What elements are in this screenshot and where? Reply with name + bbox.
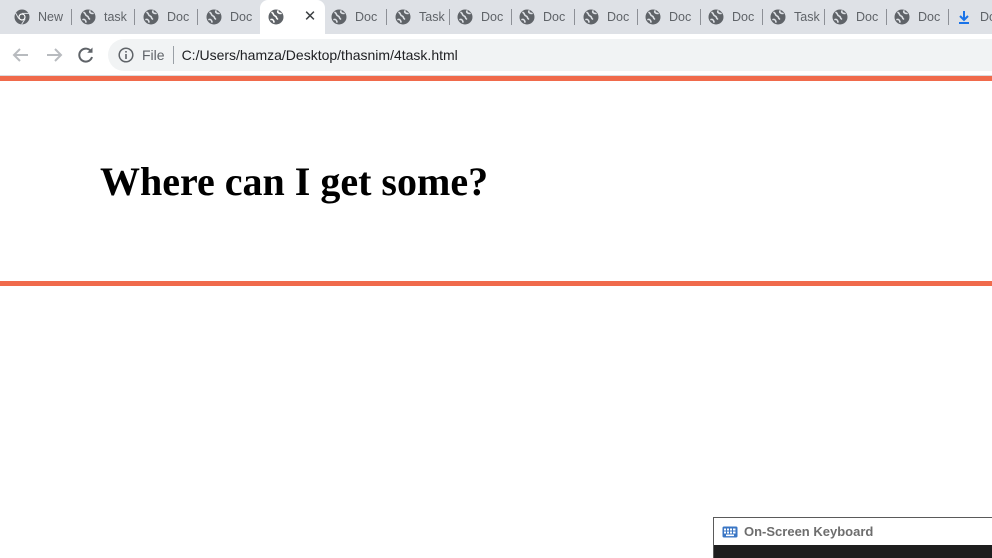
globe-icon: [770, 9, 786, 25]
globe-icon: [645, 9, 661, 25]
tab-title: Doc: [167, 10, 190, 24]
browser-tab[interactable]: Doc: [450, 0, 512, 34]
browser-tab[interactable]: Doc: [887, 0, 949, 34]
tab-title: Doc: [918, 10, 941, 24]
top-accent-rule: [0, 76, 992, 81]
browser-tab[interactable]: Doc: [135, 0, 198, 34]
globe-icon: [206, 9, 222, 25]
chrome-icon: [14, 9, 30, 25]
tab-title: New: [38, 10, 64, 24]
browser-tab[interactable]: Doc: [325, 0, 387, 34]
browser-tab[interactable]: Task: [763, 0, 825, 34]
globe-icon: [708, 9, 724, 25]
browser-tab[interactable]: Doc: [575, 0, 638, 34]
tab-title: Task: [419, 10, 445, 24]
tab-title: Task: [794, 10, 820, 24]
globe-icon: [80, 9, 96, 25]
globe-icon: [457, 9, 473, 25]
browser-tab-active[interactable]: ✕: [260, 0, 325, 34]
bottom-accent-rule: [0, 281, 992, 286]
tab-title: Doc: [669, 10, 692, 24]
tab-title: Doc: [543, 10, 566, 24]
arrow-right-icon: [47, 48, 63, 62]
browser-tab[interactable]: Task: [387, 0, 450, 34]
globe-icon: [268, 9, 284, 25]
page-heading: Where can I get some?: [100, 159, 489, 204]
tab-title: Doc: [856, 10, 879, 24]
url-text[interactable]: C:/Users/hamza/Desktop/thasnim/4task.htm…: [182, 47, 458, 63]
reload-icon: [78, 47, 93, 63]
tab-title: Doc: [355, 10, 378, 24]
browser-tab[interactable]: Doc: [825, 0, 887, 34]
reload-button[interactable]: [75, 44, 97, 66]
osk-title-bar[interactable]: On-Screen Keyboard: [714, 518, 992, 545]
tab-title: Doc: [230, 10, 253, 24]
globe-icon: [331, 9, 347, 25]
browser-tab[interactable]: Doc: [512, 0, 575, 34]
globe-icon: [894, 9, 910, 25]
tab-strip: New task Doc Doc ✕ Doc Task Doc Doc Doc …: [0, 0, 992, 34]
forward-button[interactable]: [43, 44, 65, 66]
globe-icon: [395, 9, 411, 25]
info-icon[interactable]: [118, 47, 134, 63]
globe-icon: [832, 9, 848, 25]
arrow-left-icon: [12, 48, 28, 62]
globe-icon: [583, 9, 599, 25]
browser-tab[interactable]: Do: [949, 0, 992, 34]
browser-tab[interactable]: Doc: [198, 0, 261, 34]
address-bar[interactable]: File C:/Users/hamza/Desktop/thasnim/4tas…: [108, 39, 992, 71]
browser-tab[interactable]: Doc: [638, 0, 701, 34]
tab-title: Do: [980, 10, 992, 24]
on-screen-keyboard-window[interactable]: On-Screen Keyboard: [713, 517, 992, 558]
download-icon: [959, 11, 969, 24]
osk-title: On-Screen Keyboard: [744, 524, 874, 539]
browser-toolbar: File C:/Users/hamza/Desktop/thasnim/4tas…: [0, 34, 992, 76]
globe-icon: [519, 9, 535, 25]
tab-title: task: [104, 10, 127, 24]
site-info-chip-label[interactable]: File: [142, 47, 165, 63]
browser-tab[interactable]: task: [72, 0, 135, 34]
tab-title: Doc: [607, 10, 630, 24]
close-icon[interactable]: ✕: [302, 9, 318, 25]
browser-tab[interactable]: Doc: [701, 0, 763, 34]
keyboard-icon: [722, 526, 738, 537]
address-separator: [172, 46, 174, 64]
browser-tab[interactable]: New: [0, 0, 72, 34]
globe-icon: [143, 9, 159, 25]
back-button[interactable]: [10, 44, 32, 66]
tab-title: Doc: [732, 10, 755, 24]
tab-title: Doc: [481, 10, 504, 24]
